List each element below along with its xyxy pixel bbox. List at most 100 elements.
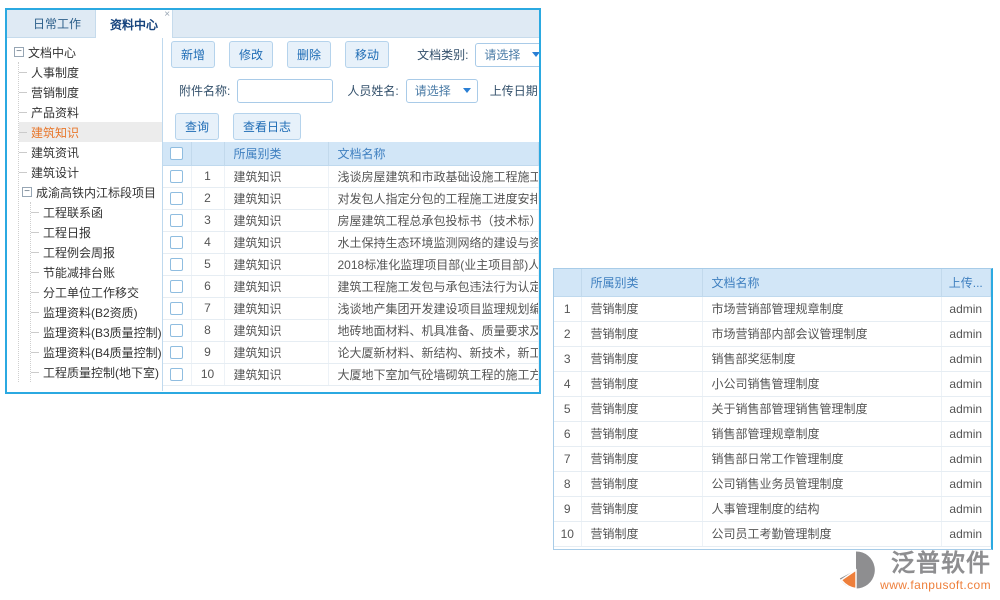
collapse-icon[interactable]: − <box>14 47 24 57</box>
table-row[interactable]: 4 建筑知识 水土保持生态环境监测网络的建设与资... <box>163 231 539 253</box>
row-checkbox[interactable] <box>170 280 183 293</box>
tree-project-label: 成渝高铁内江标段项目 <box>36 184 156 201</box>
table-row[interactable]: 8 建筑知识 地砖地面材料、机具准备、质量要求及... <box>163 319 539 341</box>
row-checkbox[interactable] <box>170 324 183 337</box>
row-category: 建筑知识 <box>224 275 328 297</box>
category-column-header: 所属别类 <box>581 269 702 296</box>
chevron-down-icon <box>463 88 471 93</box>
row-uploader: admin <box>941 471 991 496</box>
row-uploader: admin <box>941 296 991 321</box>
tree-tick <box>31 292 39 293</box>
row-category: 营销制度 <box>581 471 702 496</box>
tree-item-gclxh[interactable]: 工程联系函 <box>31 202 162 222</box>
tree-item-jianzhu-sheji[interactable]: 建筑设计 <box>19 162 162 182</box>
row-number: 5 <box>191 253 224 275</box>
table-row[interactable]: 2 营销制度 市场营销部内部会议管理制度 admin <box>554 321 991 346</box>
row-checkbox[interactable] <box>170 170 183 183</box>
tree-item-jlzl-b4[interactable]: 监理资料(B4质量控制) <box>31 342 162 362</box>
table-row[interactable]: 2 建筑知识 对发包人指定分包的工程施工进度安排... <box>163 187 539 209</box>
table-row[interactable]: 1 建筑知识 浅谈房屋建筑和市政基础设施工程施工... <box>163 165 539 187</box>
tree-item-gclhzb[interactable]: 工程例会周报 <box>31 242 162 262</box>
add-button[interactable]: 新增 <box>171 41 215 68</box>
tree-item-chanpin[interactable]: 产品资料 <box>19 102 162 122</box>
tree-item-label: 工程日报 <box>43 224 91 241</box>
select-all-checkbox[interactable] <box>170 147 183 160</box>
table-row[interactable]: 10 建筑知识 大厦地下室加气砼墙砌筑工程的施工方... <box>163 363 539 385</box>
document-table: 所属别类 文档名称 1 建筑知识 浅谈房屋建筑和市政基础设施工程施工... 2 <box>163 142 539 386</box>
row-category: 营销制度 <box>581 321 702 346</box>
table-row[interactable]: 6 建筑知识 建筑工程施工发包与承包违法行为认定... <box>163 275 539 297</box>
table-row[interactable]: 8 营销制度 公司销售业务员管理制度 admin <box>554 471 991 496</box>
row-checkbox[interactable] <box>170 346 183 359</box>
row-checkbox[interactable] <box>170 368 183 381</box>
row-uploader: admin <box>941 371 991 396</box>
table-row[interactable]: 10 营销制度 公司员工考勤管理制度 admin <box>554 521 991 546</box>
doc-type-select[interactable]: 请选择 <box>475 43 539 67</box>
tree-item-yingxiao[interactable]: 营销制度 <box>19 82 162 102</box>
view-log-button[interactable]: 查看日志 <box>233 113 301 140</box>
row-doc-name: 市场营销部内部会议管理制度 <box>702 321 941 346</box>
tree-item-label: 建筑资讯 <box>31 144 79 161</box>
table-row[interactable]: 7 建筑知识 浅谈地产集团开发建设项目监理规划编... <box>163 297 539 319</box>
table-row[interactable]: 4 营销制度 小公司销售管理制度 admin <box>554 371 991 396</box>
row-doc-name: 浅谈房屋建筑和市政基础设施工程施工... <box>328 165 539 187</box>
edit-button[interactable]: 修改 <box>229 41 273 68</box>
table-row[interactable]: 5 营销制度 关于销售部管理销售管理制度 admin <box>554 396 991 421</box>
delete-button[interactable]: 删除 <box>287 41 331 68</box>
row-category: 建筑知识 <box>224 297 328 319</box>
table-row[interactable]: 7 营销制度 销售部日常工作管理制度 admin <box>554 446 991 471</box>
row-checkbox[interactable] <box>170 302 183 315</box>
row-uploader: admin <box>941 496 991 521</box>
row-number: 2 <box>191 187 224 209</box>
row-doc-name: 大厦地下室加气砼墙砌筑工程的施工方... <box>328 363 539 385</box>
tree-item-label: 监理资料(B3质量控制) <box>43 324 162 341</box>
row-category: 建筑知识 <box>224 253 328 275</box>
table-row[interactable]: 1 营销制度 市场营销部管理规章制度 admin <box>554 296 991 321</box>
row-category: 建筑知识 <box>224 165 328 187</box>
table-row[interactable]: 9 营销制度 人事管理制度的结构 admin <box>554 496 991 521</box>
tree-item-label: 节能减排台账 <box>43 264 115 281</box>
move-button[interactable]: 移动 <box>345 41 389 68</box>
logo-company-name: 泛普软件 <box>891 551 991 577</box>
tree-item-jianzhu-zhishi-selected[interactable]: 建筑知识 <box>19 122 162 142</box>
tree-node-project[interactable]: − 成渝高铁内江标段项目 <box>19 182 162 202</box>
table-row[interactable]: 5 建筑知识 2018标准化监理项目部(业主项目部)人员... <box>163 253 539 275</box>
tree-item-gcrb[interactable]: 工程日报 <box>31 222 162 242</box>
row-uploader: admin <box>941 396 991 421</box>
tree-item-gczlkz[interactable]: 工程质量控制(地下室) <box>31 362 162 382</box>
collapse-icon[interactable]: − <box>22 187 32 197</box>
table-header-row: 所属别类 文档名称 上传... <box>554 269 991 296</box>
row-uploader: admin <box>941 346 991 371</box>
row-doc-name: 水土保持生态环境监测网络的建设与资... <box>328 231 539 253</box>
person-name-select[interactable]: 请选择 <box>406 79 478 103</box>
tree-item-fgdwgzyj[interactable]: 分工单位工作移交 <box>31 282 162 302</box>
tree-item-jlzl-b2[interactable]: 监理资料(B2资质) <box>31 302 162 322</box>
table-row[interactable]: 3 建筑知识 房屋建筑工程总承包投标书（技术标）... <box>163 209 539 231</box>
query-button[interactable]: 查询 <box>175 113 219 140</box>
tree-item-label: 监理资料(B4质量控制) <box>43 344 162 361</box>
tab-daily-work[interactable]: 日常工作 <box>19 10 95 37</box>
row-number: 4 <box>554 371 581 396</box>
person-select-value: 请选择 <box>415 82 451 99</box>
attachment-name-input[interactable] <box>237 79 333 103</box>
tree-item-jianzhu-zixun[interactable]: 建筑资讯 <box>19 142 162 162</box>
row-checkbox[interactable] <box>170 192 183 205</box>
row-category: 营销制度 <box>581 371 702 396</box>
doc-type-label: 文档类别: <box>417 46 468 63</box>
row-category: 营销制度 <box>581 496 702 521</box>
row-checkbox[interactable] <box>170 258 183 271</box>
table-row[interactable]: 3 营销制度 销售部奖惩制度 admin <box>554 346 991 371</box>
close-icon[interactable]: × <box>164 10 170 20</box>
tree-item-jnjptz[interactable]: 节能减排台账 <box>31 262 162 282</box>
table-row[interactable]: 6 营销制度 销售部管理规章制度 admin <box>554 421 991 446</box>
row-uploader: admin <box>941 446 991 471</box>
row-doc-name: 浅谈地产集团开发建设项目监理规划编... <box>328 297 539 319</box>
table-row[interactable]: 9 建筑知识 论大厦新材料、新结构、新技术，新工... <box>163 341 539 363</box>
tree-root-document-center[interactable]: − 文档中心 <box>7 42 162 62</box>
row-checkbox[interactable] <box>170 236 183 249</box>
tree-tick <box>31 232 39 233</box>
tree-item-renshi[interactable]: 人事制度 <box>19 62 162 82</box>
tab-data-center[interactable]: 资料中心 × <box>95 10 173 38</box>
row-checkbox[interactable] <box>170 214 183 227</box>
tree-item-jlzl-b3[interactable]: 监理资料(B3质量控制) <box>31 322 162 342</box>
